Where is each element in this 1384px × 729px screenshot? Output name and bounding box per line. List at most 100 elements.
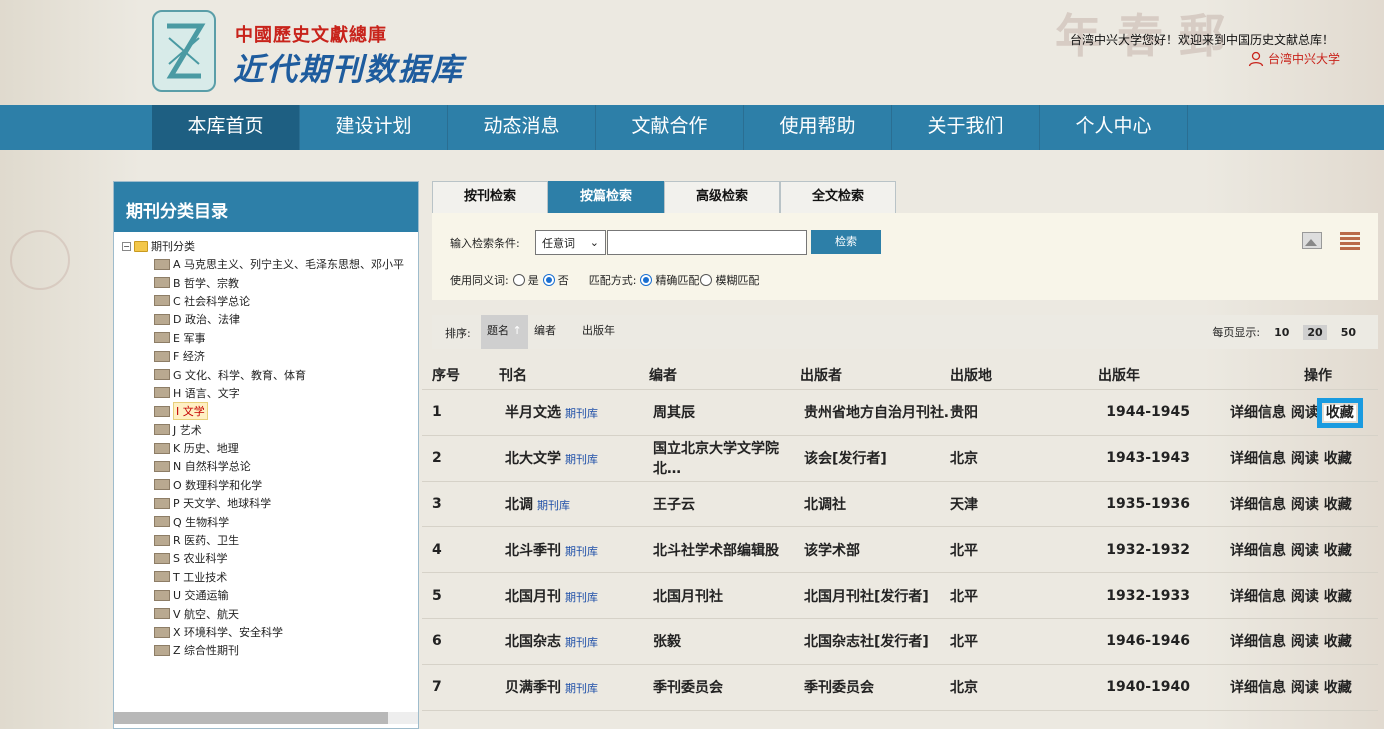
- favorite-link[interactable]: 收藏: [1324, 543, 1352, 559]
- tree-item[interactable]: Q 生物科学: [122, 512, 410, 530]
- tree-item[interactable]: S 农业科学: [122, 549, 410, 567]
- tree-item[interactable]: U 交通运输: [122, 586, 410, 604]
- tree-item[interactable]: R 医药、卫生: [122, 531, 410, 549]
- detail-link[interactable]: 详细信息: [1230, 451, 1286, 467]
- nav-item-help[interactable]: 使用帮助: [744, 105, 892, 150]
- tree-item[interactable]: O 数理科学和化学: [122, 476, 410, 494]
- match-exact-radio[interactable]: [640, 274, 653, 286]
- detail-link[interactable]: 详细信息: [1230, 589, 1286, 605]
- nav-item-plan[interactable]: 建设计划: [300, 105, 448, 150]
- per-page-10[interactable]: 10: [1270, 325, 1293, 340]
- tree-item[interactable]: T 工业技术: [122, 568, 410, 586]
- tree-item[interactable]: D 政治、法律: [122, 310, 410, 328]
- favorite-link[interactable]: 收藏: [1324, 634, 1352, 650]
- journal-title-link[interactable]: 北斗季刊: [505, 543, 561, 559]
- read-link[interactable]: 阅读: [1291, 589, 1319, 605]
- read-link[interactable]: 阅读: [1291, 497, 1319, 513]
- journal-title-link[interactable]: 北调: [505, 497, 533, 513]
- tree-item[interactable]: J 艺术: [122, 421, 410, 439]
- tree-item[interactable]: E 军事: [122, 329, 410, 347]
- user-account-link[interactable]: 台湾中兴大学: [1248, 50, 1340, 67]
- sort-by-editor[interactable]: 编者: [534, 315, 556, 349]
- journal-title-link[interactable]: 贝满季刊: [505, 680, 561, 696]
- tree-item[interactable]: K 历史、地理: [122, 439, 410, 457]
- tree-item[interactable]: N 自然科学总论: [122, 457, 410, 475]
- nav-item-cooperation[interactable]: 文献合作: [596, 105, 744, 150]
- search-field-select[interactable]: 任意词 ⌄: [535, 230, 606, 255]
- favorite-link[interactable]: 收藏: [1324, 589, 1352, 605]
- nav-item-personal[interactable]: 个人中心: [1040, 105, 1188, 150]
- tree-item[interactable]: X 环境科学、安全科学: [122, 623, 410, 641]
- tree-item[interactable]: A 马克思主义、列宁主义、毛泽东思想、邓小平: [122, 255, 410, 273]
- favorite-link[interactable]: 收藏: [1324, 497, 1352, 513]
- nav-item-about[interactable]: 关于我们: [892, 105, 1040, 150]
- tree-item[interactable]: B 哲学、宗教: [122, 273, 410, 291]
- favorite-link[interactable]: 收藏: [1316, 398, 1363, 429]
- tree-item[interactable]: F 经济: [122, 347, 410, 365]
- journal-db-tag[interactable]: 期刊库: [565, 591, 598, 604]
- journal-db-tag[interactable]: 期刊库: [565, 453, 598, 466]
- tab-article-search[interactable]: 按篇检索: [548, 181, 664, 213]
- read-link[interactable]: 阅读: [1291, 405, 1319, 421]
- detail-link[interactable]: 详细信息: [1230, 634, 1286, 650]
- synonym-yes-radio[interactable]: [512, 274, 525, 286]
- book-icon: [154, 442, 170, 454]
- image-view-icon[interactable]: [1302, 232, 1322, 249]
- nav-item-home[interactable]: 本库首页: [152, 105, 300, 150]
- tab-advanced-search[interactable]: 高级检索: [664, 181, 780, 213]
- journal-db-tag[interactable]: 期刊库: [565, 545, 598, 558]
- tree-item[interactable]: G 文化、科学、教育、体育: [122, 365, 410, 383]
- read-link[interactable]: 阅读: [1291, 634, 1319, 650]
- read-link[interactable]: 阅读: [1291, 451, 1319, 467]
- per-page-20[interactable]: 20: [1303, 324, 1327, 340]
- synonym-no-radio[interactable]: [542, 274, 555, 286]
- search-button[interactable]: 检索: [811, 230, 881, 254]
- journal-title-link[interactable]: 北国月刊: [505, 589, 561, 605]
- tree-item[interactable]: P 天文学、地球科学: [122, 494, 410, 512]
- read-link[interactable]: 阅读: [1291, 680, 1319, 696]
- journal-title-link[interactable]: 北国杂志: [505, 634, 561, 650]
- list-view-icon[interactable]: [1340, 232, 1360, 250]
- detail-link[interactable]: 详细信息: [1230, 543, 1286, 559]
- tree-item[interactable]: Z 综合性期刊: [122, 641, 410, 659]
- journal-db-tag[interactable]: 期刊库: [565, 636, 598, 649]
- select-value: 任意词: [542, 236, 575, 250]
- tab-journal-search[interactable]: 按刊检索: [432, 181, 548, 213]
- cell-place: 北京: [950, 451, 978, 468]
- search-input[interactable]: [607, 230, 807, 255]
- cell-editor: 北斗社学术部编辑股: [653, 542, 779, 559]
- detail-link[interactable]: 详细信息: [1230, 497, 1286, 513]
- journal-db-tag[interactable]: 期刊库: [537, 499, 570, 512]
- journal-db-tag[interactable]: 期刊库: [565, 407, 598, 420]
- journal-title-link[interactable]: 北大文学: [505, 451, 561, 467]
- site-logo[interactable]: [152, 10, 216, 92]
- journal-db-tag[interactable]: 期刊库: [565, 682, 598, 695]
- collapse-icon[interactable]: −: [122, 241, 131, 251]
- favorite-link[interactable]: 收藏: [1324, 680, 1352, 696]
- cell-actions: 详细信息 阅读 收藏: [1218, 494, 1378, 514]
- detail-link[interactable]: 详细信息: [1230, 680, 1286, 696]
- table-row: 1 半月文选 期刊库 周其辰 贵州省地方自治月刊社… 贵阳 1944-1945 详细信息 阅读…: [422, 390, 1378, 436]
- tab-fulltext-search[interactable]: 全文检索: [780, 181, 896, 213]
- sort-by-year[interactable]: 出版年: [582, 315, 615, 349]
- nav-item-news[interactable]: 动态消息: [448, 105, 596, 150]
- sort-by-title[interactable]: 题名 ↑: [481, 315, 528, 349]
- tree-item[interactable]: I 文学: [122, 402, 410, 421]
- detail-link[interactable]: 详细信息: [1230, 405, 1286, 421]
- tree-item[interactable]: H 语言、文字: [122, 384, 410, 402]
- tree-item[interactable]: V 航空、航天: [122, 604, 410, 622]
- book-icon: [154, 277, 170, 289]
- per-page-50[interactable]: 50: [1337, 325, 1360, 340]
- table-row: 3 北调 期刊库 王子云 北调社 天津 1935-1936 详细信息 阅读 收藏: [422, 482, 1378, 528]
- horizontal-scrollbar[interactable]: [114, 712, 418, 724]
- cell-actions: 详细信息 阅读 收藏: [1218, 631, 1378, 651]
- favorite-link[interactable]: 收藏: [1324, 451, 1352, 467]
- tree-root-label: 期刊分类: [151, 240, 195, 253]
- tree-item-label: P 天文学、地球科学: [173, 497, 272, 511]
- journal-title-link[interactable]: 半月文选: [505, 405, 561, 421]
- tree-root[interactable]: − 期刊分类: [122, 237, 410, 255]
- match-fuzzy-radio[interactable]: [700, 274, 713, 286]
- tree-item[interactable]: C 社会科学总论: [122, 292, 410, 310]
- read-link[interactable]: 阅读: [1291, 543, 1319, 559]
- search-tabs: 按刊检索 按篇检索 高级检索 全文检索: [432, 181, 896, 213]
